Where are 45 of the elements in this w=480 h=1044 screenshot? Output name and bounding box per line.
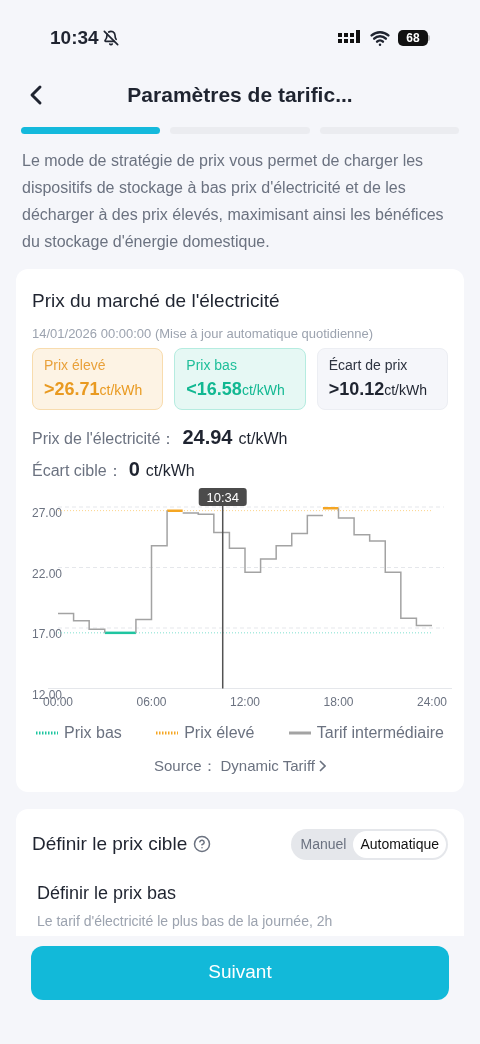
y-axis-label: 17.00: [32, 627, 63, 641]
price-unit: ct/kWh: [384, 381, 427, 400]
legend-label: Prix élevé: [184, 723, 255, 743]
section-text: Le tarif d'électricité le plus bas de la journée, 2h: [36, 911, 334, 931]
page-title: Paramètres de tarific...: [127, 82, 353, 109]
y-axis-label: 27.00: [32, 506, 63, 520]
reading-value: 0: [128, 457, 140, 482]
price-value: >26.71: [44, 378, 100, 401]
help-icon[interactable]: [193, 835, 212, 853]
legend-label: Prix bas: [64, 723, 122, 743]
mode-option[interactable]: Automatique: [353, 830, 446, 858]
source-value: Dynamic Tariff: [220, 756, 315, 776]
legend-label: Tarif intermédiaire: [316, 723, 444, 743]
source-link[interactable]: Source： Dynamic Tariff: [32, 755, 448, 778]
y-axis-label: 22.00: [32, 566, 63, 581]
tooltip-label: 10:34: [206, 489, 239, 505]
card-title: Définir le prix cible: [32, 831, 188, 856]
wifi-icon: [370, 28, 390, 48]
price-label: Prix élevé: [44, 356, 107, 375]
x-axis-label: 06:00: [136, 694, 167, 709]
reading-unit: ct/kWh: [238, 429, 288, 449]
card-title: Prix du marché de l'électricité: [32, 289, 281, 313]
description-text: Le mode de stratégie de prix vous permet de charger les dispositifs de stockage à bas prix d'électricité et de les décharger à des prix élevés, maximisant ainsi les bénéfices du stockage d'énergie domestique.: [21, 151, 445, 252]
x-axis-label: 18:00: [323, 694, 354, 709]
section-subtitle: Définir le prix bas: [36, 881, 178, 905]
reading-unit: ct/kWh: [145, 461, 195, 481]
reading-value: 24.94: [182, 425, 233, 450]
signal-icon: [338, 30, 362, 46]
reading-label: Écart cible：: [32, 460, 123, 481]
mode-option[interactable]: Manuel: [293, 830, 354, 858]
price-value: >10.12: [328, 378, 385, 401]
chevron-right-icon: [319, 760, 326, 773]
price-value: <16.58: [186, 378, 242, 401]
price-unit: ct/kWh: [99, 381, 143, 400]
battery-level: 68: [406, 32, 420, 44]
reading-label: Prix de l'électricité：: [32, 429, 177, 449]
x-axis-label: 12:00: [230, 694, 260, 709]
source-label: Source：: [154, 756, 217, 776]
price-label: Prix bas: [186, 356, 238, 375]
status-time: 10:34: [50, 25, 99, 50]
bell-off-icon: [102, 30, 119, 46]
price-label: Écart de prix: [328, 356, 409, 375]
price-unit: ct/kWh: [241, 381, 285, 400]
x-axis-label: 24:00: [417, 694, 447, 709]
update-time: 14/01/2026 00:00:00 (Mise à jour automatique quotidienne): [32, 324, 375, 343]
